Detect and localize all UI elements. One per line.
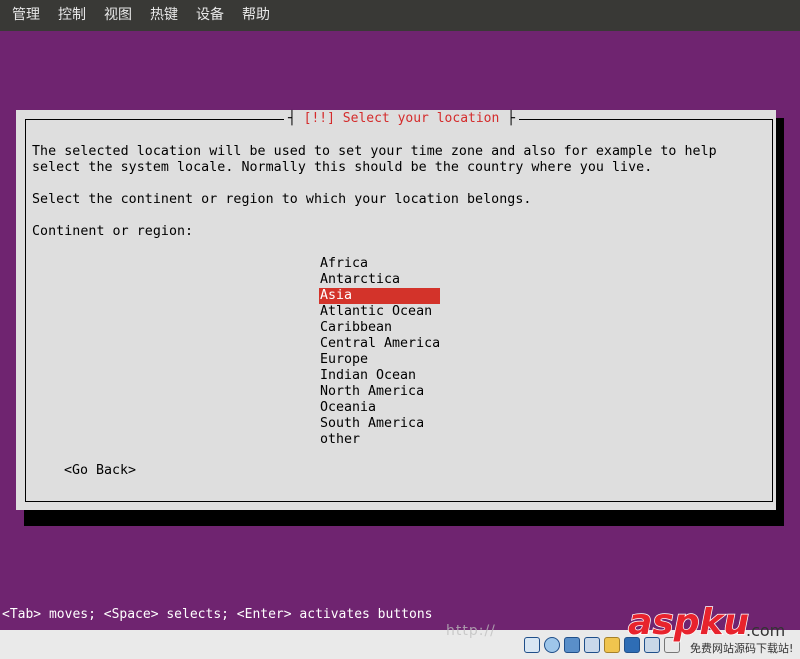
list-item-indian-ocean[interactable]: Indian Ocean	[319, 368, 440, 384]
continent-list[interactable]: Africa Antarctica Asia Atlantic Ocean Ca…	[319, 256, 440, 448]
usb-icon[interactable]	[584, 637, 600, 653]
aspku-logo: aspku .com	[627, 600, 794, 644]
list-item-north-america[interactable]: North America	[319, 384, 440, 400]
go-back-button[interactable]: <Go Back>	[64, 463, 136, 479]
list-item-south-america[interactable]: South America	[319, 416, 440, 432]
select-location-dialog: ┤ [!!] Select your location ├ The select…	[16, 110, 776, 510]
menu-devices[interactable]: 设备	[186, 0, 232, 31]
dialog-title: ┤ [!!] Select your location ├	[284, 110, 519, 128]
list-item-oceania[interactable]: Oceania	[319, 400, 440, 416]
hard-disk-icon[interactable]	[524, 637, 540, 653]
intro-line-1: The selected location will be used to se…	[32, 144, 717, 159]
url-watermark: http://	[446, 623, 496, 639]
region-prompt: Select the continent or region to which …	[32, 192, 532, 207]
menu-control[interactable]: 控制	[48, 0, 94, 31]
menu-help[interactable]: 帮助	[232, 0, 278, 31]
logo-text: aspku	[628, 602, 749, 643]
menu-view[interactable]: 视图	[94, 0, 140, 31]
network-icon[interactable]	[564, 637, 580, 653]
host-menu-bar: 管理 控制 视图 热键 设备 帮助	[0, 0, 800, 31]
list-item-other[interactable]: other	[319, 432, 440, 448]
list-item-caribbean[interactable]: Caribbean	[319, 320, 440, 336]
menu-hotkeys[interactable]: 热键	[140, 0, 186, 31]
logo-suffix: .com	[746, 621, 785, 640]
optical-disk-icon[interactable]	[544, 637, 560, 653]
logo-subtitle: 免费网站源码下载站!	[690, 642, 794, 655]
shared-folder-icon[interactable]	[604, 637, 620, 653]
list-item-asia[interactable]: Asia	[319, 288, 440, 304]
continent-label: Continent or region:	[32, 224, 194, 239]
dialog-title-text: [!!] Select your location	[303, 111, 500, 126]
list-item-europe[interactable]: Europe	[319, 352, 440, 368]
list-item-africa[interactable]: Africa	[319, 256, 440, 272]
intro-line-2: select the system locale. Normally this …	[32, 160, 653, 175]
list-item-central-america[interactable]: Central America	[319, 336, 440, 352]
list-item-antarctica[interactable]: Antarctica	[319, 272, 440, 288]
list-item-atlantic-ocean[interactable]: Atlantic Ocean	[319, 304, 440, 320]
menu-manage[interactable]: 管理	[0, 0, 48, 31]
